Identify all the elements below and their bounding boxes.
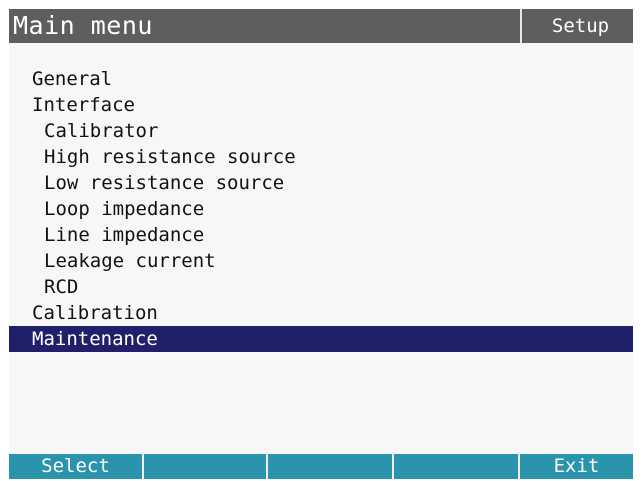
softkey-bar: Select Exit <box>9 454 633 479</box>
softkey-2-button[interactable] <box>144 454 268 479</box>
menu-item-maintenance[interactable]: Maintenance <box>9 326 633 352</box>
menu-item-leakage-current[interactable]: Leakage current <box>9 248 633 274</box>
menu-item-calibration[interactable]: Calibration <box>9 300 633 326</box>
softkey-4-button[interactable] <box>394 454 520 479</box>
softkey-3-button[interactable] <box>268 454 394 479</box>
title-bar: Main menu Setup <box>9 9 633 43</box>
menu-item-calibrator[interactable]: Calibrator <box>9 118 633 144</box>
menu-item-loop-impedance[interactable]: Loop impedance <box>9 196 633 222</box>
menu-item-general[interactable]: General <box>9 66 633 92</box>
softkey-select-button[interactable]: Select <box>9 454 144 479</box>
page-title: Main menu <box>13 11 153 40</box>
menu-item-high-resistance-source[interactable]: High resistance source <box>9 144 633 170</box>
menu-item-interface[interactable]: Interface <box>9 92 633 118</box>
mode-indicator: Setup <box>551 15 610 37</box>
menu-item-line-impedance[interactable]: Line impedance <box>9 222 633 248</box>
softkey-exit-button[interactable]: Exit <box>520 454 633 479</box>
main-menu-list: General Interface Calibrator High resist… <box>9 66 633 352</box>
instrument-screen: Main menu Setup General Interface Calibr… <box>9 9 633 479</box>
menu-item-rcd[interactable]: RCD <box>9 274 633 300</box>
menu-item-low-resistance-source[interactable]: Low resistance source <box>9 170 633 196</box>
